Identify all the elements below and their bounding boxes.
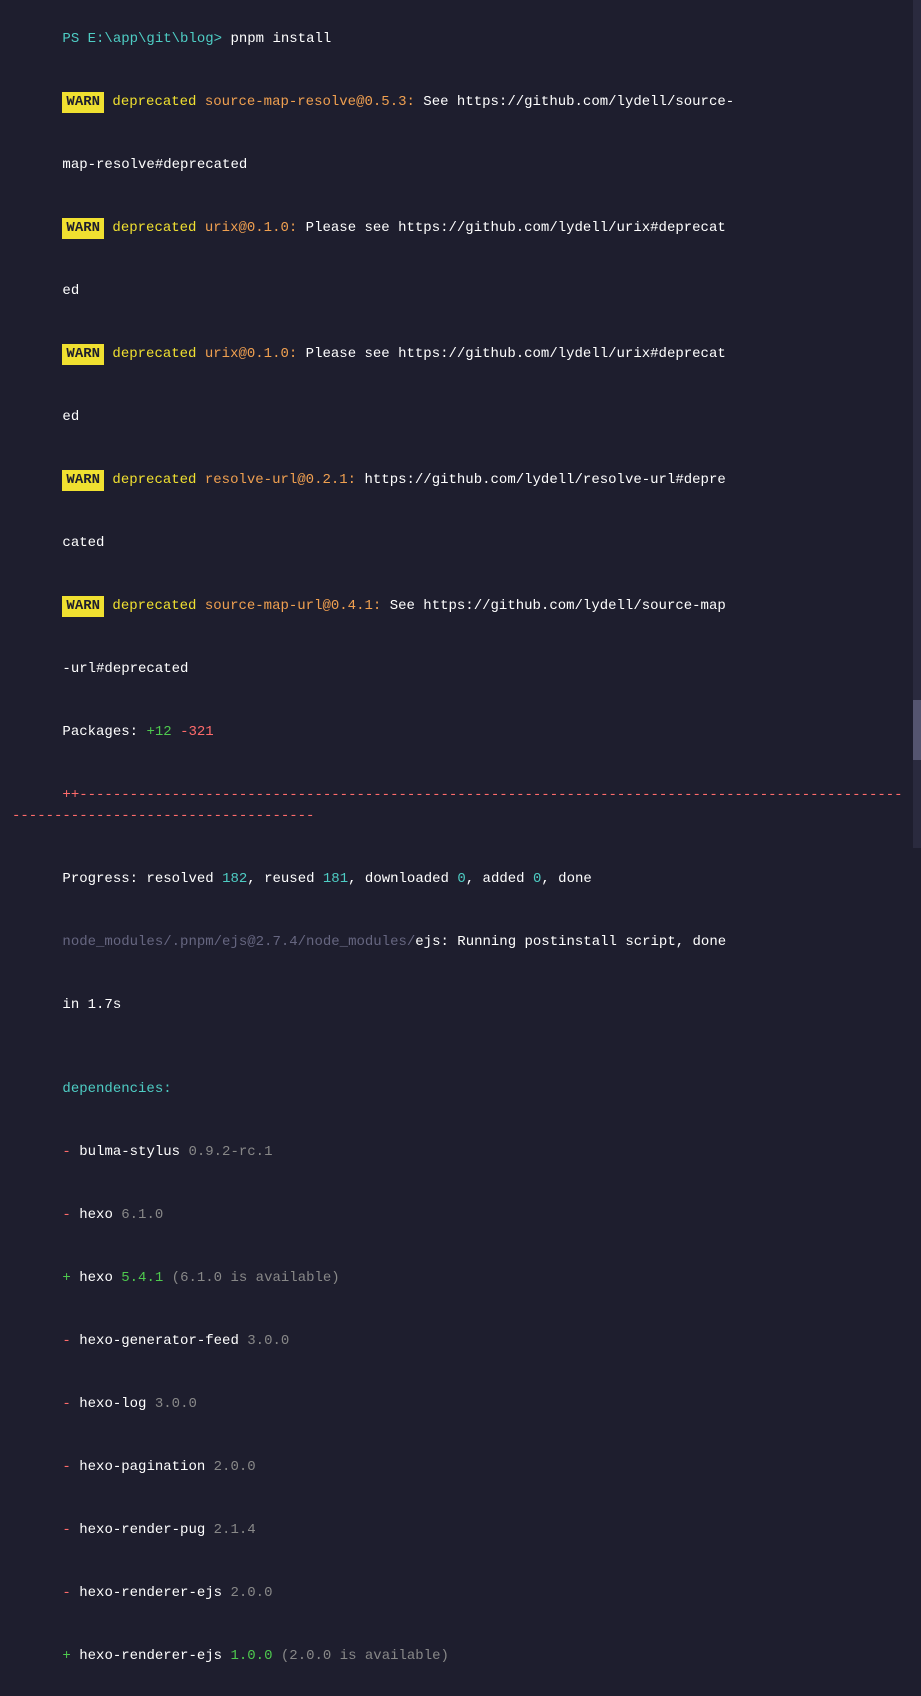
warn-badge-5: WARN xyxy=(62,596,104,617)
packages-line: Packages: +12 -321 xyxy=(12,701,909,764)
warn-line-4b: cated xyxy=(12,512,909,575)
dep-hexo-pagination: - hexo-pagination 2.0.0 xyxy=(12,1436,909,1499)
warn-line-2b: ed xyxy=(12,260,909,323)
terminal: PS E:\app\git\blog> pnpm install WARN de… xyxy=(0,0,921,1696)
dep-hexo-minus: - hexo 6.1.0 xyxy=(12,1184,909,1247)
warn-line-3: WARN deprecated urix@0.1.0: Please see h… xyxy=(12,323,909,386)
dep-hexo-renderer-ejs-plus: + hexo-renderer-ejs 1.0.0 (2.0.0 is avai… xyxy=(12,1625,909,1688)
warn-badge-2: WARN xyxy=(62,218,104,239)
scrollbar[interactable] xyxy=(913,0,921,848)
dep-hexo-renderer-inferno: - hexo-renderer-inferno 0.1.3 xyxy=(12,1688,909,1696)
warn-pkg: source-map-resolve@0.5.3: xyxy=(205,94,415,110)
postinstall-line: node_modules/.pnpm/ejs@2.7.4/node_module… xyxy=(12,911,909,974)
progress-line: Progress: resolved 182, reused 181, down… xyxy=(12,848,909,911)
warn-msg: See https://github.com/lydell/source- xyxy=(415,94,734,110)
warn-badge-3: WARN xyxy=(62,344,104,365)
warn-badge-4: WARN xyxy=(62,470,104,491)
warn-line-2: WARN deprecated urix@0.1.0: Please see h… xyxy=(12,197,909,260)
dep-hexo-render-pug: - hexo-render-pug 2.1.4 xyxy=(12,1499,909,1562)
warn-badge: WARN xyxy=(62,92,104,113)
warn-line-3b: ed xyxy=(12,386,909,449)
warn-line-5: WARN deprecated source-map-url@0.4.1: Se… xyxy=(12,575,909,638)
warn-label: deprecated xyxy=(104,94,205,110)
postinstall-line-b: in 1.7s xyxy=(12,974,909,1037)
prompt-path: PS E:\app\git\blog> xyxy=(62,31,222,47)
blank-line xyxy=(12,1037,909,1058)
progress-bar-line: ++--------------------------------------… xyxy=(12,764,909,848)
warn-line-1: WARN deprecated source-map-resolve@0.5.3… xyxy=(12,71,909,134)
prompt-line: PS E:\app\git\blog> pnpm install xyxy=(12,8,909,71)
warn-line-1b: map-resolve#deprecated xyxy=(12,134,909,197)
scrollbar-thumb[interactable] xyxy=(913,700,921,760)
dep-hexo-log: - hexo-log 3.0.0 xyxy=(12,1373,909,1436)
warn-line-5b: -url#deprecated xyxy=(12,638,909,701)
dep-hexo-plus: + hexo 5.4.1 (6.1.0 is available) xyxy=(12,1247,909,1310)
dependencies-header: dependencies: xyxy=(12,1058,909,1121)
dep-bulma-stylus: - bulma-stylus 0.9.2-rc.1 xyxy=(12,1121,909,1184)
prompt-command: pnpm install xyxy=(222,31,331,47)
warn-line-4: WARN deprecated resolve-url@0.2.1: https… xyxy=(12,449,909,512)
dep-hexo-generator-feed: - hexo-generator-feed 3.0.0 xyxy=(12,1310,909,1373)
dep-hexo-renderer-ejs-minus: - hexo-renderer-ejs 2.0.0 xyxy=(12,1562,909,1625)
